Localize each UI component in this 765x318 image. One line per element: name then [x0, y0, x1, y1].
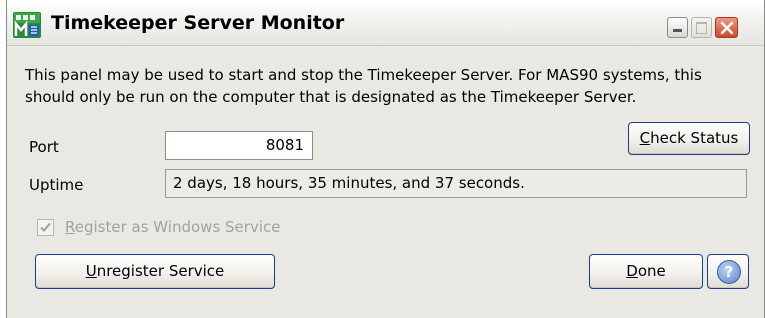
- register-service-checkbox[interactable]: [37, 219, 54, 236]
- check-status-label: heck Status: [650, 129, 739, 147]
- title-bar[interactable]: Timekeeper Server Monitor: [7, 0, 764, 46]
- close-button[interactable]: [715, 17, 738, 38]
- question-mark-icon: ?: [717, 260, 741, 284]
- maximize-button: [691, 17, 712, 38]
- port-label: Port: [29, 138, 59, 156]
- description-text: This panel may be used to start and stop…: [25, 66, 702, 106]
- dialog-window: Timekeeper Server Monitor This panel may…: [6, 0, 765, 318]
- dialog-content: This panel may be used to start and stop…: [7, 46, 764, 318]
- timekeeper-app-icon: [13, 12, 41, 38]
- done-accel: D: [626, 262, 638, 280]
- checkmark-icon: [40, 222, 51, 232]
- check-status-accel: C: [639, 129, 651, 147]
- register-accel: R: [65, 218, 75, 236]
- done-button[interactable]: Done: [589, 254, 703, 289]
- unregister-label: nregister Service: [96, 262, 225, 280]
- done-label: one: [637, 262, 666, 280]
- help-button[interactable]: ?: [707, 254, 749, 289]
- window-title: Timekeeper Server Monitor: [51, 12, 345, 34]
- minimize-button[interactable]: [667, 17, 688, 38]
- close-icon: [720, 21, 734, 35]
- check-status-button[interactable]: Check Status: [628, 122, 750, 155]
- uptime-field: 2 days, 18 hours, 35 minutes, and 37 sec…: [165, 169, 747, 198]
- unregister-service-button[interactable]: Unregister Service: [35, 254, 275, 289]
- port-input[interactable]: 8081: [165, 131, 313, 160]
- register-service-label: Register as Windows Service: [65, 218, 280, 236]
- uptime-label: Uptime: [29, 176, 84, 194]
- register-label-text: egister as Windows Service: [74, 218, 281, 236]
- unregister-accel: U: [85, 262, 97, 280]
